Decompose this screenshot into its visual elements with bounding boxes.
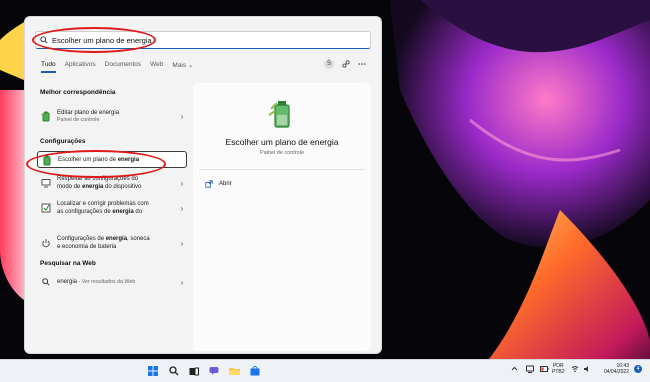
troubleshoot-icon [40, 202, 52, 214]
chevron-up-icon[interactable] [511, 366, 518, 373]
settings-item-troubleshoot-power[interactable]: Localizar e corrigir problemas com as co… [37, 198, 187, 218]
open-icon [205, 180, 213, 188]
settings-heading: Configurações [40, 138, 86, 145]
label-bold: energia [117, 156, 140, 163]
line-2: e economia de bateria [57, 244, 117, 250]
search-box[interactable] [35, 31, 371, 49]
chevron-right-icon: › [180, 111, 184, 121]
best-match-subtitle: Painel de controle [57, 116, 100, 123]
start-search-panel: Tudo Aplicativos Documentos Web Mais ⌄ S… [24, 16, 382, 354]
best-match-heading: Melhor correspondência [40, 89, 116, 96]
detail-title: Escolher um plano de energia [225, 137, 339, 147]
web-search-label: energia - Ver resultados da Web [57, 278, 177, 286]
notification-count: 4 [636, 366, 640, 372]
web-search-heading: Pesquisar na Web [40, 260, 96, 267]
more-options-icon[interactable] [356, 59, 368, 69]
start-button-icon[interactable] [146, 364, 160, 378]
line-1-a: Configurações de [57, 236, 106, 242]
battery-icon [40, 110, 52, 122]
line-2: modo de energia do dispositivo [57, 183, 177, 191]
open-label: Abrir [219, 181, 232, 187]
search-input[interactable] [50, 35, 354, 45]
monitor-icon [40, 177, 52, 189]
settings-item-device-power-mode[interactable]: Respeitar as configurações do modo de en… [37, 173, 187, 193]
line-2-c: do dispositivo [103, 184, 142, 190]
web-search-item[interactable]: energia - Ver resultados da Web › [37, 275, 187, 289]
line-1-c: , soneca [127, 236, 150, 242]
label-text: Escolher um plano de [58, 156, 118, 163]
file-explorer-icon[interactable] [227, 364, 241, 378]
battery-icon [41, 154, 53, 166]
store-icon[interactable] [248, 364, 262, 378]
best-match-item[interactable]: Editar plano de energia Painel de contro… [37, 105, 187, 127]
line-1: Configurações de energia, soneca [57, 235, 177, 243]
battery-status-icon[interactable] [540, 365, 549, 375]
line-2-bold: energia [112, 209, 134, 215]
line-2-a: modo de [57, 184, 83, 190]
share-icon[interactable] [340, 59, 352, 69]
line-2-c: do [133, 209, 143, 215]
web-query: energia [57, 279, 78, 285]
line-2: as configurações de energia do [57, 208, 177, 216]
battery-icon [267, 97, 297, 129]
search-filter-tabs: Tudo Aplicativos Documentos Web Mais ⌄ [41, 61, 193, 73]
line-2-bold: energia [82, 184, 104, 190]
tab-apps[interactable]: Aplicativos [65, 61, 96, 73]
open-action[interactable]: Abrir [205, 180, 232, 188]
line-2-a: as configurações de [57, 209, 113, 215]
avatar-letter: S [326, 61, 331, 67]
line-1: Respeitar as configurações do [57, 176, 139, 182]
volume-icon[interactable] [583, 365, 591, 375]
tab-more-label: Mais [172, 62, 187, 69]
tab-documents[interactable]: Documentos [105, 61, 142, 73]
clock[interactable]: 16:43 04/04/2022 [597, 363, 629, 375]
account-avatar[interactable]: S [324, 59, 334, 69]
notification-badge[interactable]: 4 [634, 365, 642, 373]
search-icon[interactable] [167, 364, 181, 378]
wifi-icon[interactable] [571, 365, 579, 375]
settings-item-label: Escolher um plano de energia [58, 156, 186, 164]
power-icon [40, 237, 52, 249]
clock-date: 04/04/2022 [603, 369, 629, 375]
tab-web[interactable]: Web [150, 61, 163, 73]
tab-more[interactable]: Mais ⌄ [172, 61, 193, 73]
divider [199, 169, 365, 170]
chevron-down-icon: ⌄ [187, 62, 194, 69]
chevron-right-icon: › [180, 203, 184, 213]
chevron-right-icon: › [180, 178, 184, 188]
tab-all[interactable]: Tudo [41, 61, 56, 73]
line-1-bold: energia [105, 236, 128, 242]
language-indicator[interactable]: POR PTB2 [552, 363, 565, 375]
chevron-right-icon: › [180, 277, 184, 287]
search-icon [40, 36, 50, 44]
search-icon [40, 276, 52, 288]
best-match-title: Editar plano de energia [57, 109, 120, 116]
settings-item-power-sleep-battery[interactable]: Configurações de energia, soneca e econo… [37, 233, 187, 253]
task-view-icon[interactable] [187, 364, 201, 378]
detail-subtitle: Painel de controle [259, 150, 305, 156]
chat-icon[interactable] [207, 364, 221, 378]
taskbar: POR PTB2 16:43 04/04/2022 4 [0, 359, 650, 382]
language-line-2: PTB2 [552, 369, 565, 375]
result-detail-pane: Escolher um plano de energia Painel de c… [193, 83, 371, 351]
settings-item-choose-power-plan[interactable]: Escolher um plano de energia [37, 151, 187, 168]
web-suffix: - Ver resultados da Web [77, 279, 136, 285]
chevron-right-icon: › [180, 238, 184, 248]
network-icon[interactable] [526, 365, 534, 375]
line-1: Localizar e corrigir problemas com [57, 201, 149, 207]
